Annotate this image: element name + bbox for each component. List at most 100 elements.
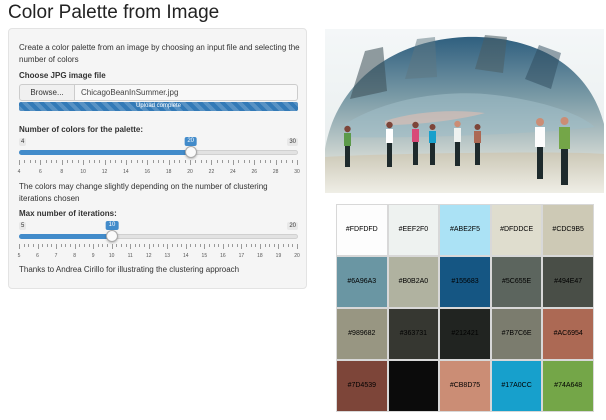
slider-tick-label: 9 [91, 253, 95, 259]
file-input-label: Choose JPG image file [19, 71, 106, 80]
slider-max-label: 20 [287, 222, 298, 230]
slider-tick-label: 12 [145, 253, 152, 259]
slider-minor-tick [195, 244, 197, 247]
sidebar-panel: Create a color palette from an image by … [8, 28, 307, 289]
color-swatch: #B0B2A0 [387, 256, 440, 308]
slider-handle[interactable] [106, 230, 118, 242]
slider-tick [125, 160, 127, 165]
slider-tick-label: 12 [101, 169, 108, 175]
swatch-hex-label: #CB8D75 [449, 382, 481, 389]
color-swatch: #6A96A3 [336, 256, 388, 308]
slider-tick-label: 14 [123, 169, 129, 175]
slider-minor-tick [144, 244, 146, 247]
slider-minor-tick [222, 160, 224, 163]
slider-tick-label: 10 [80, 169, 86, 175]
color-swatch: #FDFDFD [336, 204, 388, 256]
slider-minor-tick [176, 244, 178, 247]
slider-minor-tick [83, 244, 85, 247]
slider-minor-tick [109, 160, 111, 163]
slider-minor-tick [216, 160, 218, 163]
slider-minor-tick [264, 160, 266, 163]
swatch-hex-label: #7B7C6E [501, 330, 532, 337]
slider-minor-tick [153, 244, 155, 247]
slider-minor-tick [179, 160, 181, 163]
color-swatch: #AC6954 [542, 308, 594, 360]
slider-tick [185, 244, 187, 249]
slider-minor-tick [23, 244, 25, 247]
slider-minor-tick [255, 244, 257, 247]
slider-max-label: 30 [287, 138, 298, 146]
slider-minor-tick [246, 244, 248, 247]
browse-button[interactable]: Browse... [19, 84, 75, 101]
slider-minor-tick [280, 160, 282, 163]
slider-minor-tick [163, 160, 165, 163]
swatch-hex-label: #FDFDFD [345, 226, 378, 233]
slider-minor-tick [184, 160, 186, 163]
slider-value-label: 20 [184, 137, 198, 146]
color-swatch: #ABE2F5 [439, 204, 491, 256]
slider-tick [241, 244, 243, 249]
slider-minor-tick [24, 160, 26, 163]
slider-minor-tick [195, 160, 197, 163]
slider-tick [147, 160, 149, 165]
slider-minor-tick [141, 160, 143, 163]
slider-minor-tick [67, 160, 69, 163]
slider-minor-tick [259, 160, 261, 163]
slider-minor-tick [287, 244, 289, 247]
slider-minor-tick [79, 244, 81, 247]
slider-tick-label: 22 [208, 169, 215, 175]
slider-minor-tick [115, 160, 117, 163]
source-image [325, 29, 604, 193]
slider-tick-label: 6 [38, 169, 42, 175]
slider-minor-tick [213, 244, 215, 247]
slider-tick-label: 20 [187, 169, 193, 175]
slider-tick [232, 160, 234, 165]
slider-fill [19, 234, 112, 239]
slider-minor-tick [125, 244, 127, 247]
slider-tick-label: 14 [183, 253, 189, 259]
slider-tick [148, 244, 150, 249]
color-palette-grid: #FDFDFD #EEF2F0 #ABE2F5 #DFDDCE #CDC9B5 #6A96… [336, 204, 594, 412]
slider-tick [37, 244, 39, 249]
slider-minor-tick [56, 160, 58, 163]
slider-tick-label: 7 [54, 253, 58, 259]
slider-tick-label: 13 [164, 253, 171, 259]
slider-minor-tick [232, 244, 234, 247]
slider-tick [259, 244, 261, 249]
slider-minor-tick [35, 160, 37, 163]
iterations-slider[interactable]: 5 20 10 5 6 7 8 9 10 11 12 13 14 15 16 17 18 19 20 [18, 221, 300, 262]
slider-tick [56, 244, 58, 249]
colors-slider[interactable]: 4 30 20 4 6 8 10 12 14 16 18 20 22 24 26 28 30 [18, 137, 300, 178]
slider-minor-tick [102, 244, 104, 247]
slider-minor-tick [269, 244, 271, 247]
slider-minor-tick [227, 160, 229, 163]
slider-minor-tick [291, 160, 293, 163]
swatch-hex-label: #363731 [399, 330, 428, 337]
slider-tick-label: 8 [60, 169, 64, 175]
swatch-hex-label: #74A648 [554, 382, 583, 389]
slider-minor-tick [270, 160, 272, 163]
color-swatch: #155683 [439, 256, 491, 308]
slider-minor-tick [51, 160, 53, 163]
slider-handle[interactable] [184, 146, 197, 158]
slider-tick [130, 244, 132, 249]
slider-tick [297, 160, 298, 165]
slider-minor-tick [93, 160, 95, 163]
slider-tick-label: 20 [294, 253, 300, 259]
color-swatch: #7D4539 [336, 360, 388, 412]
slider-minor-tick [45, 160, 47, 163]
slider-minor-tick [206, 160, 208, 163]
slider-tick-label: 16 [220, 253, 226, 259]
slider-tick-label: 18 [165, 169, 172, 175]
slider-minor-tick [120, 160, 122, 163]
slider-value-label: 10 [105, 221, 119, 230]
upload-progress-bar: Upload complete [19, 102, 298, 111]
slider-tick-label: 28 [272, 169, 279, 175]
slider-tick [278, 244, 280, 249]
color-swatch [387, 360, 440, 412]
slider-tick [275, 160, 277, 165]
slider-minor-tick [227, 244, 229, 247]
slider-tick [93, 244, 95, 249]
slider-minor-tick [158, 160, 159, 163]
swatch-hex-label: #6A96A3 [347, 278, 377, 285]
